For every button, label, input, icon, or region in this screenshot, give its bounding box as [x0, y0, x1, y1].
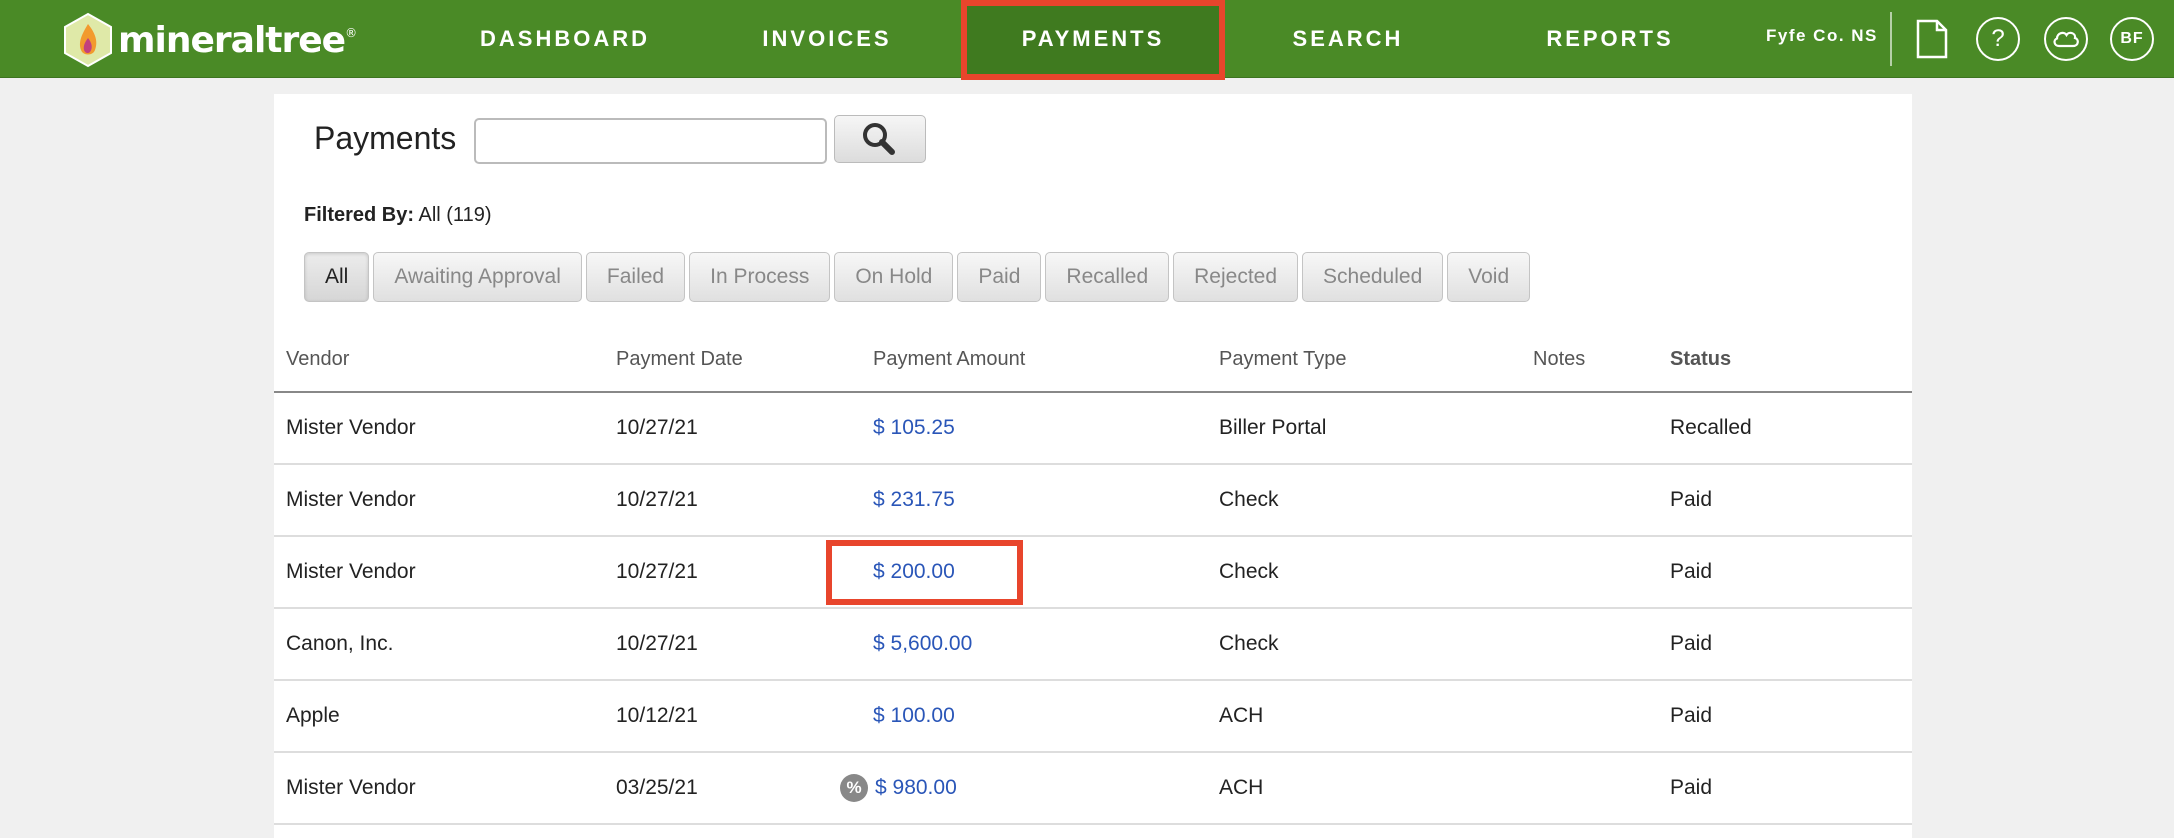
logo-wordmark: mineraltree®: [118, 19, 357, 61]
type-cell: Biller Portal: [1219, 416, 1327, 439]
nav-reports[interactable]: REPORTS: [1512, 0, 1708, 78]
table-row[interactable]: Mister Vendor 10/27/21 $ 105.25 Biller P…: [274, 393, 1912, 465]
amount-link[interactable]: $ 100.00: [873, 681, 955, 751]
table-row[interactable]: Apple 10/12/21 $ 100.00 ACH Paid: [274, 681, 1912, 753]
filter-on-hold[interactable]: On Hold: [834, 252, 954, 302]
filter-awaiting-approval[interactable]: Awaiting Approval: [373, 252, 582, 302]
filtered-by-value: All (119): [418, 204, 492, 226]
date-cell: 03/25/21: [616, 776, 698, 799]
type-cell: Check: [1219, 560, 1279, 583]
amount-link[interactable]: $ 5,600.00: [873, 609, 972, 679]
status-cell: Paid: [1670, 776, 1713, 799]
amount-highlight-box: [826, 540, 1023, 605]
date-cell: 10/12/21: [616, 704, 698, 727]
payments-search-input[interactable]: [474, 118, 827, 164]
cloud-icon[interactable]: [2044, 17, 2088, 61]
discount-badge-icon[interactable]: %: [840, 774, 868, 802]
type-cell: ACH: [1219, 776, 1264, 799]
filtered-by-label: Filtered By:: [304, 204, 415, 226]
date-cell: 10/27/21: [616, 416, 698, 439]
payments-highlight-box: [961, 0, 1225, 80]
search-button[interactable]: [834, 115, 926, 163]
nav-dashboard[interactable]: DASHBOARD: [450, 0, 680, 78]
help-icon[interactable]: ?: [1976, 17, 2020, 61]
filter-all[interactable]: All: [304, 252, 370, 302]
status-cell: Paid: [1670, 704, 1713, 727]
date-cell: 10/27/21: [616, 560, 698, 583]
amount-link[interactable]: $ 980.00: [875, 753, 957, 823]
filter-failed[interactable]: Failed: [585, 252, 686, 302]
table-row[interactable]: Mister Vendor 03/25/21 % $ 980.00 ACH Pa…: [274, 753, 1912, 825]
vendor-cell: Mister Vendor: [286, 560, 416, 583]
table-row[interactable]: Canon, Inc. 10/27/21 $ 5,600.00 Check Pa…: [274, 609, 1912, 681]
mineraltree-logo[interactable]: mineraltree®: [62, 12, 357, 68]
amount-link[interactable]: $ 105.25: [873, 393, 955, 463]
status-cell: Paid: [1670, 560, 1713, 583]
filter-void[interactable]: Void: [1447, 252, 1531, 302]
column-header-notes[interactable]: Notes: [1533, 348, 1585, 371]
column-header-payment-date[interactable]: Payment Date: [616, 348, 743, 371]
column-header-vendor[interactable]: Vendor: [286, 348, 349, 371]
date-cell: 10/27/21: [616, 488, 698, 511]
page-title: Payments: [314, 120, 457, 156]
filter-paid[interactable]: Paid: [957, 252, 1042, 302]
status-cell: Paid: [1670, 632, 1713, 655]
date-cell: 10/27/21: [616, 632, 698, 655]
table-row[interactable]: Mister Vendor 10/27/21 $ 231.75 Check Pa…: [274, 465, 1912, 537]
search-icon: [863, 123, 895, 155]
amount-link[interactable]: $ 231.75: [873, 465, 955, 535]
filtered-by: Filtered By: All (119): [304, 204, 491, 227]
status-filter-group: All Awaiting Approval Failed In Process …: [304, 252, 1534, 302]
company-name[interactable]: Fyfe Co. NS: [1766, 26, 1878, 46]
filter-recalled[interactable]: Recalled: [1045, 252, 1170, 302]
type-cell: Check: [1219, 488, 1279, 511]
nav-search[interactable]: SEARCH: [1252, 0, 1444, 78]
nav-divider: [1890, 12, 1892, 66]
logo-mark-icon: [64, 12, 112, 68]
vendor-cell: Apple: [286, 704, 340, 727]
type-cell: ACH: [1219, 704, 1264, 727]
user-avatar[interactable]: BF: [2110, 17, 2154, 61]
payments-panel: Payments Filtered By: All (119) All Awai…: [274, 94, 1912, 838]
column-header-payment-amount[interactable]: Payment Amount: [873, 348, 1025, 371]
status-cell: Paid: [1670, 488, 1713, 511]
vendor-cell: Mister Vendor: [286, 488, 416, 511]
filter-rejected[interactable]: Rejected: [1173, 252, 1299, 302]
vendor-cell: Mister Vendor: [286, 416, 416, 439]
column-header-status[interactable]: Status: [1670, 348, 1731, 371]
filter-scheduled[interactable]: Scheduled: [1302, 252, 1444, 302]
table-row[interactable]: Mister Vendor 10/27/21 $ 200.00 Check Pa…: [274, 537, 1912, 609]
type-cell: Check: [1219, 632, 1279, 655]
filter-in-process[interactable]: In Process: [689, 252, 831, 302]
nav-invoices[interactable]: INVOICES: [712, 0, 942, 78]
vendor-cell: Canon, Inc.: [286, 632, 394, 655]
vendor-cell: Mister Vendor: [286, 776, 416, 799]
column-header-payment-type[interactable]: Payment Type: [1219, 348, 1346, 371]
document-icon[interactable]: [1910, 17, 1954, 61]
status-cell: Recalled: [1670, 416, 1752, 439]
